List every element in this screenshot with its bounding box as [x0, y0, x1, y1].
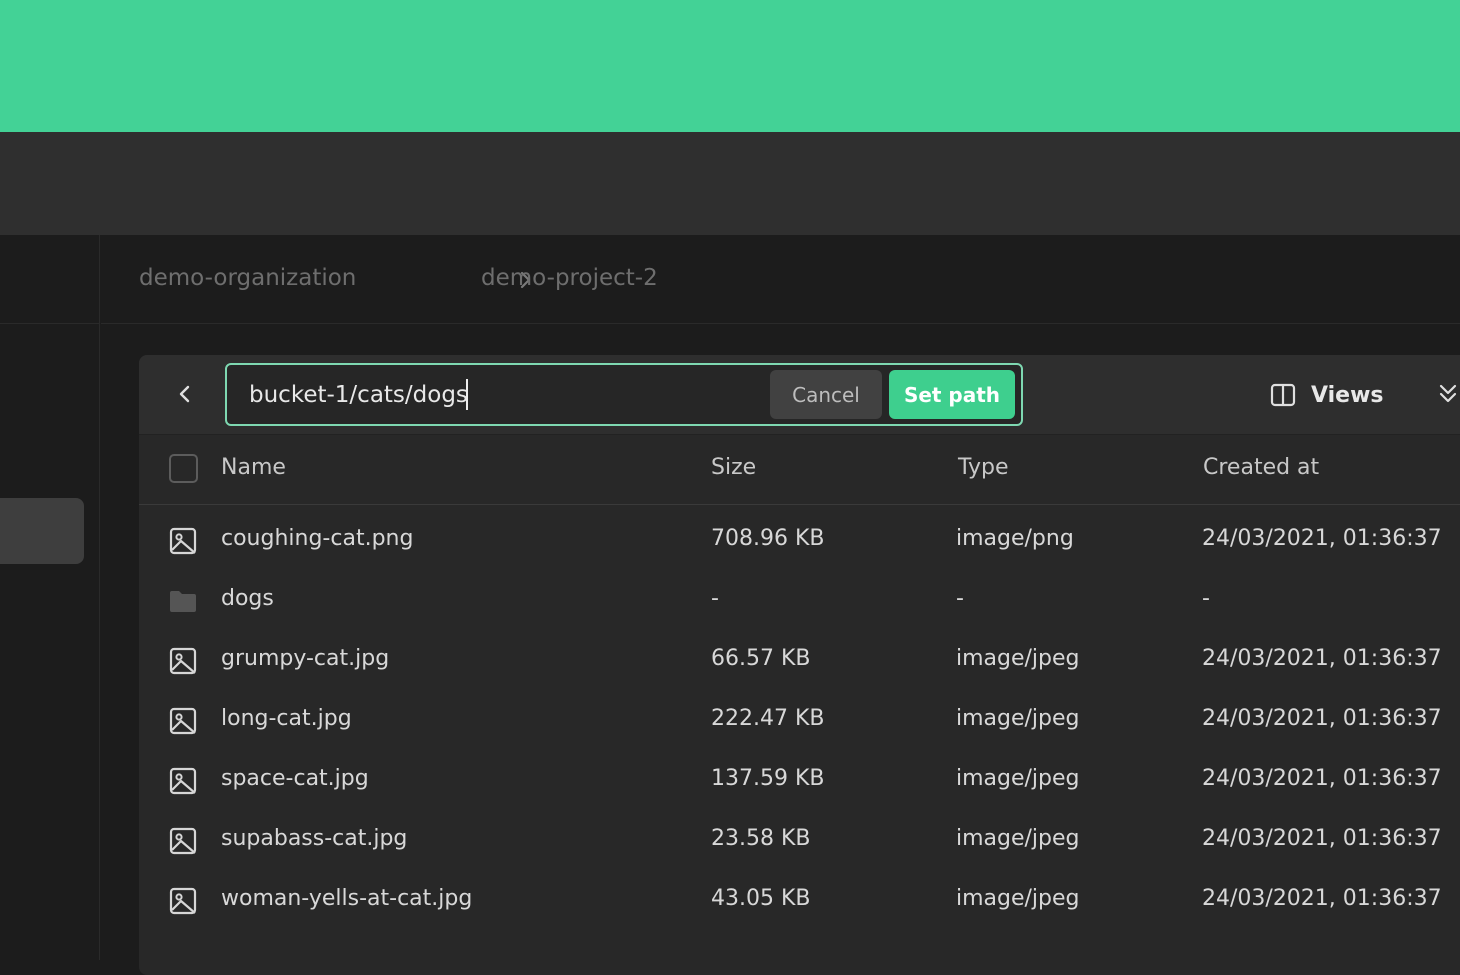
- select-all-checkbox[interactable]: [169, 454, 198, 483]
- path-input[interactable]: [249, 377, 749, 413]
- file-row[interactable]: coughing-cat.png 708.96 KB image/png 24/03/…: [139, 510, 1460, 570]
- file-type: image/jpeg: [956, 766, 1080, 791]
- file-created-at: 24/03/2021, 01:36:37: [1202, 646, 1442, 671]
- image-file-icon: [168, 706, 198, 736]
- columns-icon: [1270, 383, 1296, 407]
- file-name: woman-yells-at-cat.jpg: [221, 886, 473, 911]
- set-path-button[interactable]: Set path: [889, 370, 1015, 419]
- image-file-icon: [168, 766, 198, 796]
- folder-row[interactable]: dogs - - -: [139, 570, 1460, 630]
- file-size: 708.96 KB: [711, 526, 825, 551]
- file-type: image/jpeg: [956, 886, 1080, 911]
- file-size: 137.59 KB: [711, 766, 825, 791]
- file-type: image/png: [956, 526, 1074, 551]
- file-size: 66.57 KB: [711, 646, 811, 671]
- file-size: 222.47 KB: [711, 706, 825, 731]
- column-created-header[interactable]: Created at: [1203, 455, 1319, 480]
- file-name: dogs: [221, 586, 274, 611]
- file-explorer-panel: Cancel Set path Views Name Size Type Cre…: [139, 355, 1460, 975]
- sidebar-item-active[interactable]: [0, 498, 84, 564]
- file-name: supabass-cat.jpg: [221, 826, 408, 851]
- sidebar-divider: [0, 323, 100, 324]
- file-name: coughing-cat.png: [221, 526, 414, 551]
- breadcrumb-organization[interactable]: demo-organization: [139, 265, 356, 291]
- views-label: Views: [1311, 382, 1384, 408]
- file-created-at: 24/03/2021, 01:36:37: [1202, 766, 1442, 791]
- file-created-at: -: [1202, 586, 1210, 611]
- folder-icon: [168, 586, 198, 616]
- file-row[interactable]: space-cat.jpg 137.59 KB image/jpeg 24/03/20…: [139, 750, 1460, 810]
- views-button[interactable]: Views: [1269, 377, 1384, 413]
- image-file-icon: [168, 526, 198, 556]
- column-size-header[interactable]: Size: [711, 455, 756, 480]
- file-type: image/jpeg: [956, 826, 1080, 851]
- file-size: -: [711, 586, 719, 611]
- file-row[interactable]: grumpy-cat.jpg 66.57 KB image/jpeg 24/03/20…: [139, 630, 1460, 690]
- column-type-header[interactable]: Type: [958, 455, 1009, 480]
- file-created-at: 24/03/2021, 01:36:37: [1202, 526, 1442, 551]
- column-name-header[interactable]: Name: [221, 455, 286, 480]
- image-file-icon: [168, 886, 198, 916]
- file-name: long-cat.jpg: [221, 706, 352, 731]
- image-file-icon: [168, 646, 198, 676]
- explorer-header: Cancel Set path Views: [139, 355, 1460, 435]
- file-type: image/jpeg: [956, 646, 1080, 671]
- cancel-button[interactable]: Cancel: [770, 370, 882, 419]
- table-header: Name Size Type Created at: [139, 435, 1460, 505]
- file-row[interactable]: supabass-cat.jpg 23.58 KB image/jpeg 24/03/…: [139, 810, 1460, 870]
- file-created-at: 24/03/2021, 01:36:37: [1202, 886, 1442, 911]
- image-file-icon: [168, 826, 198, 856]
- file-created-at: 24/03/2021, 01:36:37: [1202, 826, 1442, 851]
- file-row[interactable]: woman-yells-at-cat.jpg 43.05 KB image/jpeg…: [139, 870, 1460, 930]
- text-caret: [466, 379, 468, 410]
- top-banner: [0, 0, 1460, 132]
- path-editor: Cancel Set path: [225, 363, 1023, 426]
- file-type: -: [956, 586, 964, 611]
- file-created-at: 24/03/2021, 01:36:37: [1202, 706, 1442, 731]
- file-size: 23.58 KB: [711, 826, 811, 851]
- chevrons-down-icon[interactable]: [1437, 381, 1459, 407]
- breadcrumb: demo-organization demo-project-2: [101, 235, 1460, 324]
- file-name: grumpy-cat.jpg: [221, 646, 390, 671]
- back-arrow-icon[interactable]: [172, 381, 198, 407]
- file-name: space-cat.jpg: [221, 766, 369, 791]
- file-size: 43.05 KB: [711, 886, 811, 911]
- file-row[interactable]: long-cat.jpg 222.47 KB image/jpeg 24/03/202…: [139, 690, 1460, 750]
- app-toolbar: [0, 132, 1460, 235]
- file-type: image/jpeg: [956, 706, 1080, 731]
- breadcrumb-project[interactable]: demo-project-2: [481, 265, 658, 291]
- sidebar: [0, 235, 100, 960]
